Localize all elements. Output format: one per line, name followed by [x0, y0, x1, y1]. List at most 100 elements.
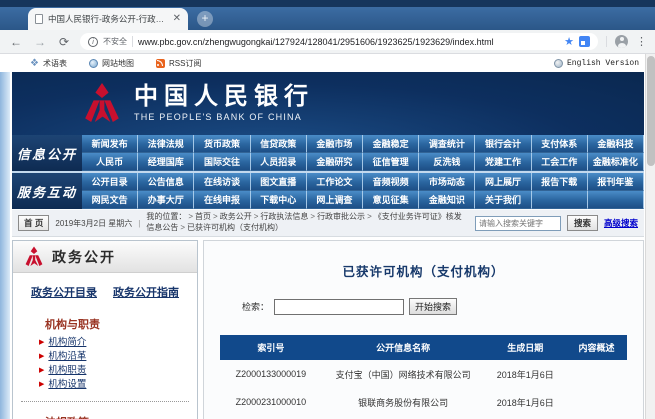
nav-row: 新闻发布法律法规货币政策信贷政策金融市场金融稳定调查统计银行会计支付体系金融科技	[82, 135, 644, 153]
page-title: 已获许可机构（支付机构）	[204, 261, 643, 280]
table-row: Z2000231000010 银联商务股份有限公司 2018年1月6日	[220, 388, 627, 416]
nav-item[interactable]: 法律法规	[138, 135, 194, 153]
profile-avatar-icon[interactable]	[615, 35, 628, 48]
sidebar-item[interactable]: ▶ 机构简介	[39, 336, 197, 350]
cell-index-number: Z2000133000019	[220, 360, 322, 388]
sidebar-top-link[interactable]: 政务公开指南	[113, 284, 179, 300]
nav-item[interactable]: 金融市场	[307, 135, 363, 153]
nav-item[interactable]: 工作论文	[307, 173, 363, 191]
nav-item[interactable]: 金融稳定	[363, 135, 419, 153]
nav-item[interactable]: 音频视频	[363, 173, 419, 191]
advanced-search-link[interactable]: 高级搜索	[604, 217, 638, 229]
nav-item[interactable]: 银行会计	[475, 135, 531, 153]
address-bar[interactable]: i 不安全 www.pbc.gov.cn/zhengwugongkai/1279…	[80, 33, 598, 50]
nav-item[interactable]: 关于我们	[475, 191, 531, 209]
crumb-separator: >	[367, 212, 372, 221]
tab-close-icon[interactable]: ✕	[173, 14, 181, 24]
scrollbar-thumb[interactable]	[647, 56, 655, 166]
sidebar-item-link[interactable]: 机构设置	[48, 378, 86, 392]
location-prefix: 我的位置：	[146, 212, 186, 221]
nav-item[interactable]: 公告信息	[138, 173, 194, 191]
nav-item[interactable]: 货币政策	[194, 135, 250, 153]
browser-tab[interactable]: 中国人民银行-政务公开-行政执法信息 ✕	[28, 8, 188, 30]
nav-item[interactable]: 人民币	[82, 153, 138, 171]
forward-icon[interactable]: →	[32, 35, 48, 49]
breadcrumb-link[interactable]: 行政审批公示	[317, 212, 365, 221]
cell-index-number: Z2000231000010	[220, 388, 322, 416]
rss-link[interactable]: RSS订阅	[156, 58, 201, 69]
new-tab-button[interactable]: +	[197, 11, 213, 27]
nav-item[interactable]: 经理国库	[138, 153, 194, 171]
translate-icon[interactable]	[579, 36, 590, 47]
browser-menu-icon[interactable]: ⋮	[636, 35, 647, 48]
content-area: 政务公开 政务公开目录政务公开指南 机构与职责 ▶ 机构简介	[12, 237, 644, 419]
site-utility-bar: ❖ 术语表 网站地图 RSS订阅 English Version	[0, 54, 655, 72]
sidebar-item[interactable]: ▶ 机构职责	[39, 364, 197, 378]
nav-item[interactable]: 金融标准化	[588, 153, 644, 171]
sidebar-divider	[21, 401, 189, 402]
cell-info-name[interactable]: 支付宝（中国）网络技术有限公司	[322, 360, 485, 388]
sidebar-item-link[interactable]: 机构沿革	[48, 350, 86, 364]
nav-item[interactable]: 工会工作	[532, 153, 588, 171]
sidebar-top-link[interactable]: 政务公开目录	[31, 284, 97, 300]
nav-item[interactable]	[532, 191, 588, 209]
nav-item[interactable]: 市场动态	[419, 173, 475, 191]
breadcrumb-link[interactable]: 首页	[195, 212, 211, 221]
breadcrumb-link[interactable]: 政务公开	[220, 212, 252, 221]
search-button[interactable]: 搜索	[567, 215, 598, 231]
site-search-input[interactable]	[475, 216, 561, 231]
nav-item[interactable]: 报告下载	[532, 173, 588, 191]
nav-item[interactable]: 支付体系	[532, 135, 588, 153]
nav-item[interactable]: 下载中心	[251, 191, 307, 209]
breadcrumb-link[interactable]: 行政执法信息	[260, 212, 308, 221]
sidebar-item-link[interactable]: 机构职责	[48, 364, 86, 378]
nav-item[interactable]: 在线访谈	[194, 173, 250, 191]
nav-item[interactable]: 新闻发布	[82, 135, 138, 153]
sitemap-link[interactable]: 网站地图	[89, 58, 134, 69]
vertical-scrollbar[interactable]	[645, 54, 655, 419]
nav-item[interactable]: 在线申报	[194, 191, 250, 209]
nav-item[interactable]: 图文直播	[251, 173, 307, 191]
bookmark-star-icon[interactable]: ★	[564, 35, 574, 48]
sidebar-section-title: 机构与职责	[45, 316, 197, 332]
start-search-button[interactable]: 开始搜索	[409, 298, 457, 315]
english-version-link[interactable]: English Version	[554, 59, 639, 68]
nav-item[interactable]: 金融研究	[307, 153, 363, 171]
rss-icon	[156, 59, 165, 68]
nav-item[interactable]: 党建工作	[475, 153, 531, 171]
nav-item[interactable]: 公开目录	[82, 173, 138, 191]
nav-item[interactable]	[588, 191, 644, 209]
nav-item[interactable]: 网上展厅	[475, 173, 531, 191]
triangle-bullet-icon: ▶	[39, 350, 44, 364]
nav-item[interactable]: 办事大厅	[138, 191, 194, 209]
breadcrumb-link[interactable]: 已获许可机构（支付机构）	[187, 223, 283, 232]
nav-item[interactable]: 金融知识	[419, 191, 475, 209]
site-banner: 中国人民银行 THE PEOPLE'S BANK OF CHINA	[12, 72, 644, 135]
licensed-institutions-table: 索引号公开信息名称生成日期内容概述 Z2000133000019 支付宝（中国）…	[220, 335, 627, 419]
site-info-icon[interactable]: i	[88, 37, 98, 47]
nav-label-info-disclosure: 信息公开	[12, 135, 82, 171]
nav-item[interactable]: 信贷政策	[251, 135, 307, 153]
nav-item[interactable]: 调查统计	[419, 135, 475, 153]
nav-item[interactable]: 反洗钱	[419, 153, 475, 171]
nav-item[interactable]: 金融科技	[588, 135, 644, 153]
nav-item[interactable]: 网民文告	[82, 191, 138, 209]
bank-name-en: THE PEOPLE'S BANK OF CHINA	[134, 112, 314, 122]
reload-icon[interactable]: ⟳	[56, 35, 72, 49]
nav-item[interactable]: 网上调查	[307, 191, 363, 209]
table-filter-input[interactable]	[274, 299, 404, 315]
sidebar-item[interactable]: ▶ 机构设置	[39, 378, 197, 392]
nav-item[interactable]: 人员招录	[251, 153, 307, 171]
nav-item[interactable]: 征信管理	[363, 153, 419, 171]
glossary-link[interactable]: ❖ 术语表	[30, 58, 67, 69]
nav-item[interactable]: 国际交往	[194, 153, 250, 171]
cell-info-name[interactable]: 银联商务股份有限公司	[322, 388, 485, 416]
nav-item[interactable]: 意见征集	[363, 191, 419, 209]
url-text[interactable]: www.pbc.gov.cn/zhengwugongkai/127924/128…	[138, 37, 559, 47]
back-icon[interactable]: ←	[8, 35, 24, 49]
nav-item[interactable]: 报刊年鉴	[588, 173, 644, 191]
home-button[interactable]: 首 页	[18, 215, 49, 231]
table-body: Z2000133000019 支付宝（中国）网络技术有限公司 2018年1月6日…	[220, 360, 627, 419]
sidebar-item-link[interactable]: 机构简介	[48, 336, 86, 350]
sidebar-item[interactable]: ▶ 机构沿革	[39, 350, 197, 364]
